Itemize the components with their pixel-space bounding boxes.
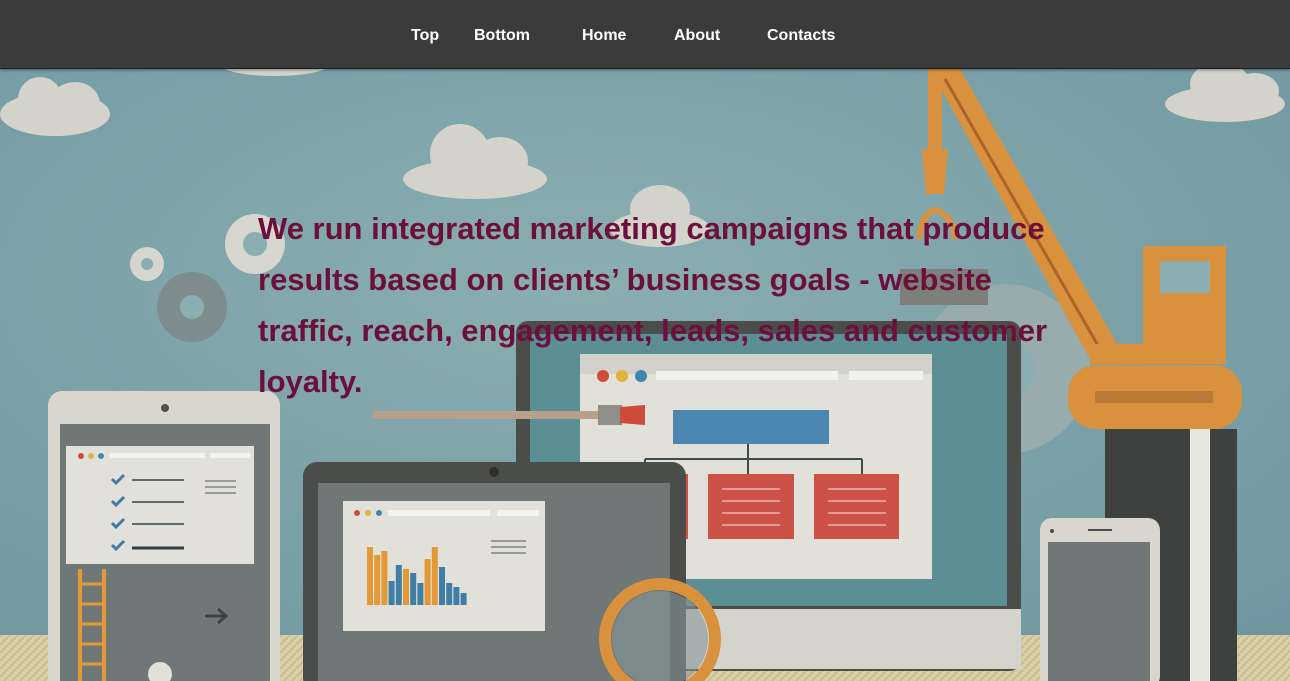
mini-chart-bar [417,583,424,605]
mini-chart-bar [424,559,431,605]
nav-link-about[interactable]: About [674,26,720,46]
hero-headline: We run integrated marketing campaigns th… [258,211,1048,399]
nav-link-bottom[interactable]: Bottom [474,26,530,46]
mini-bar-chart [367,547,467,605]
tablet-device [48,391,280,681]
nav-link-contacts[interactable]: Contacts [767,26,835,46]
mini-chart-bar [446,583,453,605]
top-navigation-bar: Top Bottom Home About Contacts [0,0,1290,69]
mini-chart-bar [367,547,373,605]
mini-chart-bar [410,573,417,605]
gear-icon [157,272,227,342]
magnifier-icon [599,578,721,681]
mini-chart-bar [381,551,388,605]
nav-link-home[interactable]: Home [582,26,626,46]
gear-icon [130,247,164,281]
page: Top Bottom Home About Contacts We run in… [0,0,1290,681]
mini-chart-bar [460,593,467,605]
mini-chart-bar [403,569,409,605]
mini-chart-bar [374,555,381,605]
phone-device [1040,518,1160,681]
mini-chart-bar [388,581,395,605]
mini-chart-bar [431,547,438,605]
mini-chart-bar [439,567,445,605]
nav-link-top[interactable]: Top [411,26,439,46]
mini-chart-bar [395,565,402,605]
mini-chart-bar [453,587,460,605]
